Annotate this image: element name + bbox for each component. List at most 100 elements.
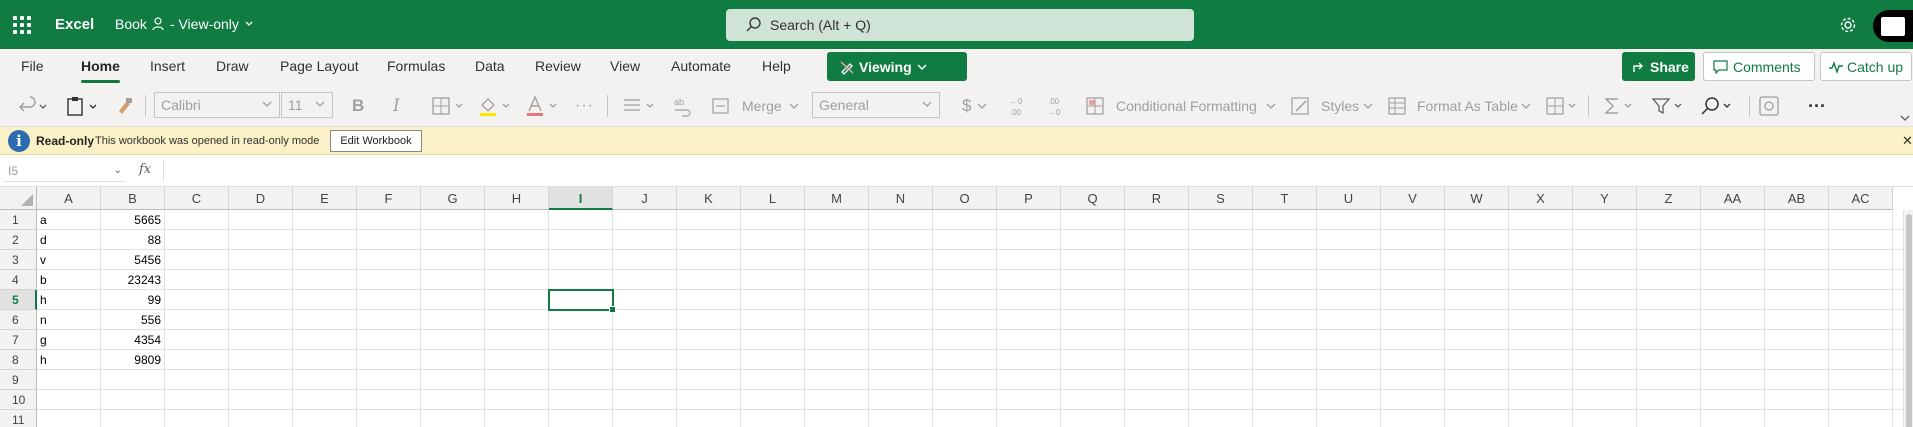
column-header-r[interactable]: R <box>1125 187 1189 210</box>
formula-input[interactable] <box>172 163 1872 181</box>
font-size-select[interactable]: 11 <box>281 92 333 118</box>
column-header-x[interactable]: X <box>1509 187 1573 210</box>
italic-button[interactable]: I <box>393 95 400 117</box>
chevron-down-icon[interactable] <box>1265 95 1277 117</box>
column-header-l[interactable]: L <box>741 187 805 210</box>
column-header-g[interactable]: G <box>421 187 485 210</box>
number-format-select[interactable]: General <box>812 92 940 118</box>
undo-icon[interactable] <box>18 95 48 117</box>
comments-button[interactable]: Comments <box>1703 52 1815 81</box>
tab-page-layout[interactable]: Page Layout <box>280 58 359 74</box>
row-header-6[interactable]: 6 <box>0 310 37 330</box>
cell-b5[interactable]: 99 <box>101 290 165 310</box>
column-header-aa[interactable]: AA <box>1701 187 1765 210</box>
column-header-q[interactable]: Q <box>1061 187 1125 210</box>
column-header-u[interactable]: U <box>1317 187 1381 210</box>
tab-automate[interactable]: Automate <box>671 58 731 74</box>
cell-a8[interactable]: h <box>37 350 101 370</box>
wrap-text-icon[interactable]: ab <box>672 95 694 117</box>
tab-draw[interactable]: Draw <box>216 58 249 74</box>
column-header-j[interactable]: J <box>613 187 677 210</box>
column-header-b[interactable]: B <box>101 187 165 210</box>
column-header-y[interactable]: Y <box>1573 187 1637 210</box>
column-header-m[interactable]: M <box>805 187 869 210</box>
column-header-ac[interactable]: AC <box>1829 187 1893 210</box>
row-header-7[interactable]: 7 <box>0 330 37 350</box>
cell-a7[interactable]: g <box>37 330 101 350</box>
cell-b6[interactable]: 556 <box>101 310 165 330</box>
vertical-scrollbar[interactable] <box>1903 210 1913 427</box>
increase-decimal-icon[interactable]: .00→0 <box>1046 95 1070 117</box>
insert-cells-icon[interactable] <box>1545 95 1581 117</box>
decrease-decimal-icon[interactable]: ←0.00 <box>1008 95 1032 117</box>
align-icon[interactable] <box>622 95 658 117</box>
cell-b2[interactable]: 88 <box>101 230 165 250</box>
font-color-icon[interactable] <box>525 95 561 117</box>
styles-button[interactable]: Styles <box>1321 95 1359 117</box>
row-header-2[interactable]: 2 <box>0 230 37 250</box>
more-font-options-icon[interactable]: ··· <box>575 95 594 117</box>
analyze-data-icon[interactable] <box>1758 95 1782 117</box>
column-header-p[interactable]: P <box>997 187 1061 210</box>
select-all-button[interactable] <box>0 187 37 210</box>
row-header-1[interactable]: 1 <box>0 210 37 230</box>
edit-workbook-button[interactable]: Edit Workbook <box>330 130 422 152</box>
chevron-down-icon[interactable] <box>788 95 800 117</box>
row-header-3[interactable]: 3 <box>0 250 37 270</box>
column-header-f[interactable]: F <box>357 187 421 210</box>
column-header-ab[interactable]: AB <box>1765 187 1829 210</box>
cell-a1[interactable]: a <box>37 210 101 230</box>
row-header-4[interactable]: 4 <box>0 270 37 290</box>
cell-b3[interactable]: 5456 <box>101 250 165 270</box>
chevron-down-icon[interactable] <box>1362 95 1374 117</box>
conditional-formatting-icon[interactable] <box>1085 95 1107 117</box>
document-title[interactable]: Book - View-only <box>115 16 254 32</box>
name-box[interactable]: I5 ⌄ <box>4 160 126 182</box>
format-as-table-icon[interactable] <box>1387 95 1409 117</box>
row-header-9[interactable]: 9 <box>0 370 37 390</box>
tab-review[interactable]: Review <box>535 58 581 74</box>
cell-a2[interactable]: d <box>37 230 101 250</box>
cell-a4[interactable]: b <box>37 270 101 290</box>
cell-b4[interactable]: 23243 <box>101 270 165 290</box>
search-input[interactable]: Search (Alt + Q) <box>726 9 1194 41</box>
viewing-mode-button[interactable]: Viewing <box>827 52 967 81</box>
cell-a5[interactable]: h <box>37 290 101 310</box>
tab-data[interactable]: Data <box>475 58 505 74</box>
column-header-z[interactable]: Z <box>1637 187 1701 210</box>
column-header-s[interactable]: S <box>1189 187 1253 210</box>
cell-b7[interactable]: 4354 <box>101 330 165 350</box>
row-header-5[interactable]: 5 <box>0 290 37 310</box>
more-options-icon[interactable]: ··· <box>1808 95 1826 117</box>
column-header-c[interactable]: C <box>165 187 229 210</box>
gear-icon[interactable] <box>1838 15 1858 35</box>
share-button[interactable]: Share <box>1622 52 1695 81</box>
column-header-h[interactable]: H <box>485 187 549 210</box>
app-launcher-icon[interactable] <box>13 16 31 34</box>
format-painter-icon[interactable] <box>115 95 135 117</box>
column-header-o[interactable]: O <box>933 187 997 210</box>
column-header-a[interactable]: A <box>37 187 101 210</box>
row-header-8[interactable]: 8 <box>0 350 37 370</box>
column-header-w[interactable]: W <box>1445 187 1509 210</box>
column-header-d[interactable]: D <box>229 187 293 210</box>
tab-insert[interactable]: Insert <box>150 58 185 74</box>
autosum-icon[interactable] <box>1603 95 1637 117</box>
column-header-n[interactable]: N <box>869 187 933 210</box>
find-icon[interactable] <box>1700 95 1736 117</box>
fill-color-icon[interactable] <box>478 95 514 117</box>
conditional-formatting-button[interactable]: Conditional Formatting <box>1116 95 1257 117</box>
selected-cell-i5[interactable] <box>548 289 616 313</box>
tab-help[interactable]: Help <box>762 58 791 74</box>
styles-icon[interactable] <box>1290 95 1312 117</box>
sort-filter-icon[interactable] <box>1651 95 1687 117</box>
tab-file[interactable]: File <box>21 58 44 74</box>
font-family-select[interactable]: Calibri <box>154 92 280 118</box>
close-icon[interactable]: ✕ <box>1902 133 1913 149</box>
row-header-10[interactable]: 10 <box>0 390 37 410</box>
tab-formulas[interactable]: Formulas <box>387 58 445 74</box>
fx-icon[interactable]: fx <box>139 162 151 177</box>
format-as-table-button[interactable]: Format As Table <box>1417 95 1518 117</box>
column-header-e[interactable]: E <box>293 187 357 210</box>
worksheet-grid[interactable]: A B C D E F G H I J K L M N O P Q R S T U V W X Y Z AA AB AC 1 2 3 4 5 6 7 8… <box>0 187 1913 427</box>
